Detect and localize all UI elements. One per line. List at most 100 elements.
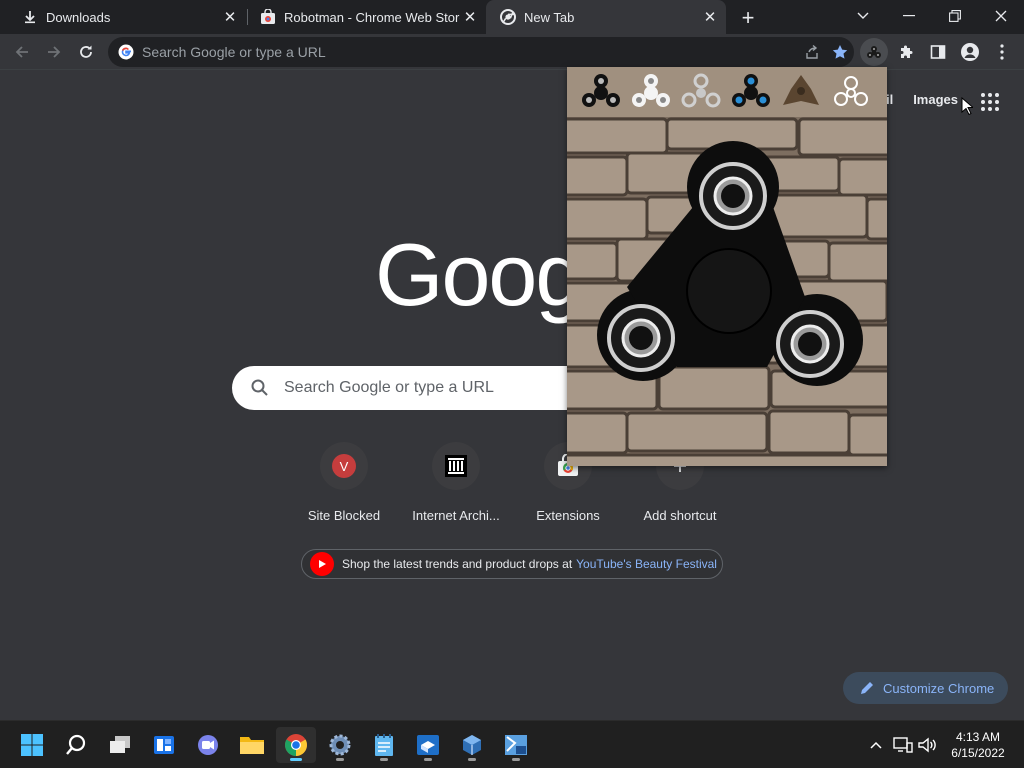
kebab-menu-icon bbox=[1000, 44, 1004, 60]
shortcut-label: Site Blocked bbox=[307, 508, 381, 523]
share-icon[interactable] bbox=[798, 38, 826, 66]
ntp-search-placeholder: Search Google or type a URL bbox=[284, 379, 494, 396]
images-link[interactable]: Images bbox=[913, 92, 958, 107]
virtualbox-manager-icon bbox=[417, 735, 439, 755]
widgets-button[interactable] bbox=[144, 727, 184, 763]
robotman-extension-button[interactable] bbox=[860, 38, 888, 66]
apps-grid-icon bbox=[981, 93, 999, 111]
running-indicator bbox=[290, 758, 302, 761]
search-icon bbox=[251, 379, 268, 396]
notepad-icon bbox=[375, 734, 393, 756]
pencil-icon bbox=[861, 682, 873, 694]
network-button[interactable] bbox=[892, 733, 914, 757]
shortcut-label: Internet Archi... bbox=[412, 508, 500, 523]
mouse-cursor-icon bbox=[961, 97, 973, 115]
google-apps-button[interactable] bbox=[978, 90, 1002, 114]
shortcut-label: Extensions bbox=[536, 508, 600, 523]
shortcut-internet-archive[interactable]: Internet Archi... bbox=[400, 442, 512, 523]
profile-button[interactable] bbox=[956, 38, 984, 66]
stone-wall-background bbox=[567, 117, 887, 466]
minimize-button[interactable] bbox=[886, 0, 932, 32]
white-spinner-option[interactable] bbox=[632, 74, 670, 107]
tab-robotman[interactable]: Robotman - Chrome Web Store ✕ bbox=[246, 0, 486, 34]
black-spinner-option[interactable] bbox=[582, 74, 620, 107]
extensions-button[interactable] bbox=[892, 38, 920, 66]
reload-icon bbox=[80, 45, 92, 58]
show-hidden-icons-button[interactable] bbox=[866, 733, 886, 757]
running-indicator bbox=[380, 758, 388, 761]
task-view-button[interactable] bbox=[100, 727, 140, 763]
windows-taskbar: 4:13 AM 6/15/2022 bbox=[0, 720, 1024, 768]
tab-title: Downloads bbox=[46, 9, 111, 25]
back-arrow-icon bbox=[15, 46, 28, 58]
taskbar-clock[interactable]: 4:13 AM 6/15/2022 bbox=[940, 729, 1016, 761]
settings-taskbar-button[interactable] bbox=[320, 727, 360, 763]
browser-toolbar: Search Google or type a URL bbox=[0, 34, 1024, 70]
clock-date: 6/15/2022 bbox=[951, 746, 1005, 760]
chevron-up-icon bbox=[870, 741, 882, 749]
notepad-taskbar-button[interactable] bbox=[364, 727, 404, 763]
youtube-icon bbox=[310, 552, 334, 576]
teams-chat-button[interactable] bbox=[188, 727, 228, 763]
archive-icon bbox=[445, 455, 467, 477]
task-view-icon bbox=[110, 736, 130, 753]
tab-downloads[interactable]: Downloads ✕ bbox=[8, 0, 246, 34]
forward-button[interactable] bbox=[40, 38, 68, 66]
tab-strip: Downloads ✕ Robotman - Chrome Web Store … bbox=[0, 0, 1024, 34]
customize-chrome-label: Customize Chrome bbox=[883, 680, 995, 696]
close-tab-icon[interactable]: ✕ bbox=[460, 7, 480, 27]
forward-arrow-icon bbox=[48, 46, 61, 58]
virtualbox-taskbar-button[interactable] bbox=[452, 727, 492, 763]
speaker-icon bbox=[918, 737, 936, 753]
network-icon bbox=[893, 737, 913, 753]
tab-title: Robotman - Chrome Web Store bbox=[284, 9, 460, 25]
customize-chrome-button[interactable]: Customize Chrome bbox=[843, 672, 1008, 704]
file-explorer-button[interactable] bbox=[232, 727, 272, 763]
restore-button[interactable] bbox=[932, 0, 978, 32]
promo-text: Shop the latest trends and product drops… bbox=[342, 557, 573, 571]
outline-spinner-option[interactable] bbox=[834, 76, 868, 106]
ntp-promo[interactable]: Shop the latest trends and product drops… bbox=[301, 549, 723, 579]
widgets-icon bbox=[154, 736, 174, 754]
robotman-popup[interactable] bbox=[567, 67, 887, 466]
chrome-menu-button[interactable] bbox=[988, 38, 1016, 66]
start-button[interactable] bbox=[12, 727, 52, 763]
folder-icon bbox=[240, 737, 264, 754]
shortcut-icon-container bbox=[432, 442, 480, 490]
xp-mode-taskbar-button[interactable] bbox=[496, 727, 536, 763]
reload-button[interactable] bbox=[72, 38, 100, 66]
chrome-icon bbox=[500, 9, 516, 25]
side-panel-button[interactable] bbox=[924, 38, 952, 66]
close-tab-icon[interactable]: ✕ bbox=[700, 7, 720, 27]
running-indicator bbox=[336, 758, 344, 761]
restore-icon bbox=[949, 10, 961, 22]
omnibox-placeholder: Search Google or type a URL bbox=[142, 44, 326, 60]
back-button[interactable] bbox=[8, 38, 36, 66]
volume-button[interactable] bbox=[916, 733, 938, 757]
teams-chat-icon bbox=[198, 735, 218, 755]
taskbar-search-button[interactable] bbox=[56, 727, 96, 763]
chevron-down-icon bbox=[857, 12, 869, 19]
promo-link[interactable]: YouTube's Beauty Festival bbox=[576, 557, 717, 571]
brown-spinner-option[interactable] bbox=[783, 75, 819, 105]
shortcut-site-blocked[interactable]: V Site Blocked bbox=[288, 442, 400, 523]
tab-new-tab[interactable]: New Tab ✕ bbox=[486, 0, 726, 34]
web-store-icon bbox=[260, 9, 276, 25]
letter-v-icon: V bbox=[332, 454, 356, 478]
blue-spinner-option[interactable] bbox=[732, 74, 770, 107]
running-indicator bbox=[424, 758, 432, 761]
bookmark-star-icon[interactable] bbox=[826, 38, 854, 66]
tab-search-button[interactable] bbox=[840, 0, 886, 32]
close-window-button[interactable] bbox=[978, 0, 1024, 32]
gear-icon bbox=[329, 734, 351, 756]
fidget-spinner-icon bbox=[867, 46, 881, 58]
shortcut-label: Add shortcut bbox=[643, 508, 717, 523]
silver-spinner-option[interactable] bbox=[681, 73, 721, 108]
close-tab-icon[interactable]: ✕ bbox=[220, 7, 240, 27]
virtualbox-manager-taskbar-button[interactable] bbox=[408, 727, 448, 763]
chrome-taskbar-button[interactable] bbox=[276, 727, 316, 763]
profile-avatar-icon bbox=[961, 43, 979, 61]
omnibox[interactable]: Search Google or type a URL bbox=[108, 37, 854, 67]
new-tab-button[interactable]: + bbox=[734, 4, 762, 32]
tab-title: New Tab bbox=[524, 9, 575, 25]
